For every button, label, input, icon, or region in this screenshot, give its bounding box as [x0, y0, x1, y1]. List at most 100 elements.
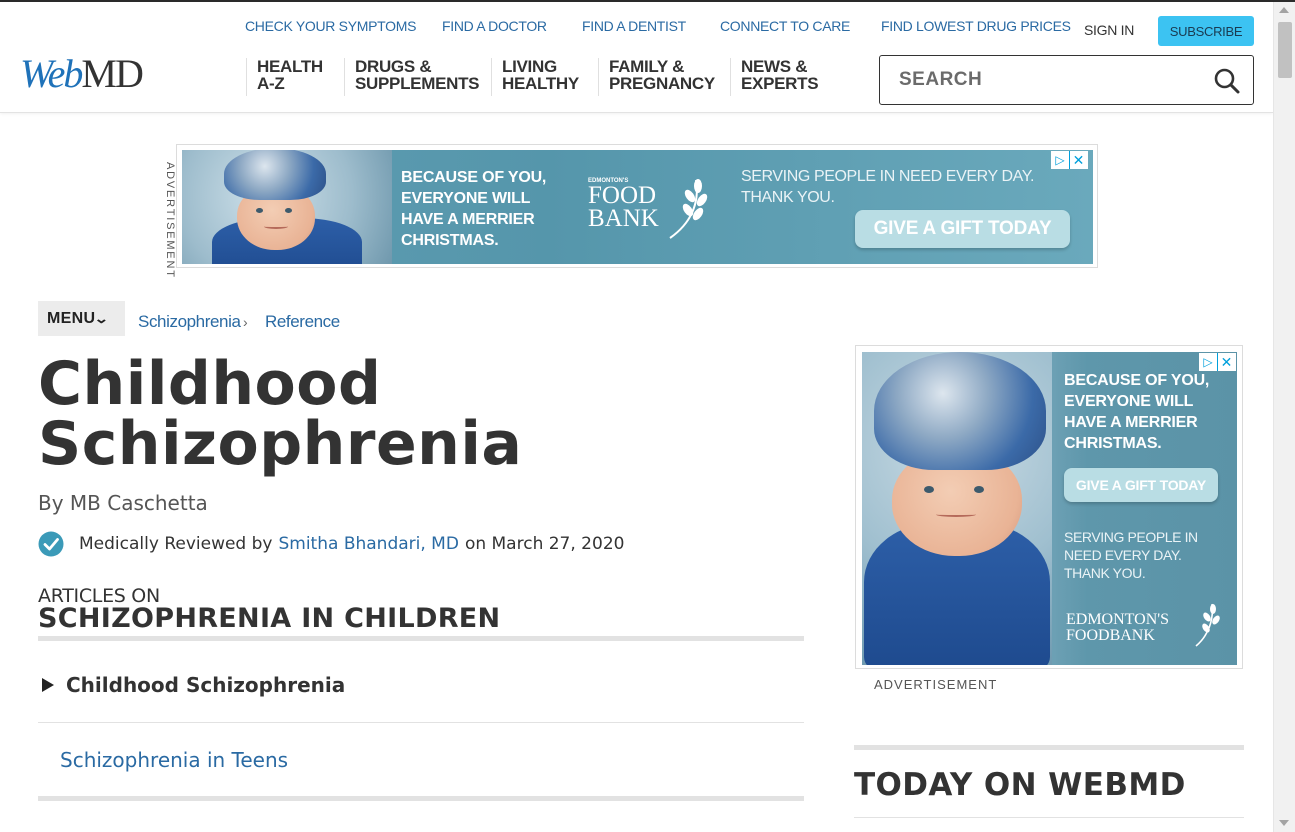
- adchoices-icon[interactable]: ▷: [1051, 151, 1069, 169]
- page-scrollbar[interactable]: [1273, 2, 1295, 832]
- ad-give-gift-button[interactable]: GIVE A GIFT TODAY: [855, 210, 1070, 248]
- ad-label: ADVERTISEMENT: [874, 677, 998, 692]
- scroll-up-arrow-icon[interactable]: [1279, 7, 1289, 13]
- ad-headline: BECAUSE OF YOU, EVERYONE WILL HAVE A MER…: [1064, 370, 1209, 454]
- title-line: Childhood: [38, 349, 382, 419]
- ad-headline-line: CHRISTMAS.: [1064, 435, 1162, 452]
- sign-in-link[interactable]: SIGN IN: [1084, 22, 1134, 38]
- check-symptoms-link[interactable]: CHECK YOUR SYMPTOMS: [245, 18, 416, 34]
- title-line: Schizophrenia: [38, 409, 523, 479]
- reviewed-date: on March 27, 2020: [464, 534, 625, 554]
- nav-line: HEALTH: [257, 57, 323, 76]
- current-article-arrow-icon: [42, 678, 54, 692]
- divider: [854, 745, 1244, 750]
- ad-headline-line: EVERYONE WILL: [401, 190, 531, 207]
- ad-banner-image[interactable]: BECAUSE OF YOU, EVERYONE WILL HAVE A MER…: [862, 352, 1237, 665]
- ad-child-hat: [224, 150, 326, 200]
- nav-living-healthy[interactable]: LIVING HEALTHY: [491, 58, 579, 96]
- ad-headline-line: CHRISTMAS.: [401, 232, 499, 249]
- ad-child-eye: [285, 208, 292, 213]
- search-icon[interactable]: [1213, 67, 1241, 95]
- nav-line: HEALTHY: [502, 74, 579, 93]
- sidebar-advertisement[interactable]: BECAUSE OF YOU, EVERYONE WILL HAVE A MER…: [855, 345, 1243, 669]
- breadcrumb-chevron-right-icon: ›: [243, 314, 248, 330]
- wheat-icon: [669, 179, 708, 239]
- find-drug-prices-link[interactable]: FIND LOWEST DRUG PRICES: [881, 18, 1071, 34]
- search-placeholder: SEARCH: [899, 69, 983, 90]
- adchoices-icon[interactable]: ▷: [1199, 353, 1217, 371]
- article-list-label: Childhood Schizophrenia: [66, 673, 346, 697]
- scrollbar-thumb[interactable]: [1278, 22, 1292, 78]
- connect-to-care-link[interactable]: CONNECT TO CARE: [720, 18, 850, 34]
- find-dentist-link[interactable]: FIND A DENTIST: [582, 18, 686, 34]
- ad-child-eye: [924, 486, 934, 493]
- close-ad-icon[interactable]: ✕: [1217, 353, 1235, 371]
- nav-line: EXPERTS: [741, 74, 819, 93]
- ad-tagline-line: THANK YOU.: [741, 189, 835, 206]
- ad-child-photo: [182, 150, 392, 264]
- webmd-logo[interactable]: WebMD: [20, 51, 144, 96]
- divider: [38, 722, 804, 723]
- breadcrumb-reference[interactable]: Reference: [265, 312, 340, 332]
- article-list-item-teens[interactable]: Schizophrenia in Teens: [60, 748, 288, 772]
- adchoices-badge[interactable]: ▷ ✕: [1199, 353, 1236, 371]
- foodbank-line: FOOD: [588, 182, 657, 209]
- ad-label-vertical: ADVERTISEMENT: [164, 162, 176, 279]
- divider: [38, 636, 804, 641]
- nav-line: NEWS &: [741, 57, 808, 76]
- articles-topic-heading: SCHIZOPHRENIA IN CHILDREN: [38, 603, 501, 634]
- verified-check-icon: [38, 531, 64, 557]
- today-on-webmd-heading: TODAY ON WEBMD: [854, 767, 1186, 803]
- ad-banner-image[interactable]: BECAUSE OF YOU, EVERYONE WILL HAVE A MER…: [182, 150, 1093, 264]
- reviewer-link[interactable]: Smitha Bhandari, MD: [278, 534, 458, 554]
- ad-child-photo: [862, 352, 1052, 665]
- nav-line: SUPPLEMENTS: [355, 74, 480, 93]
- logo-web-text: Web: [20, 51, 83, 96]
- nav-drugs-supplements[interactable]: DRUGS & SUPPLEMENTS: [344, 57, 480, 96]
- ad-child-mouth: [264, 224, 288, 229]
- ad-headline-line: EVERYONE WILL: [1064, 393, 1194, 410]
- ad-headline-line: HAVE A MERRIER: [1064, 414, 1198, 431]
- ad-tagline: SERVING PEOPLE IN NEED EVERY DAY. THANK …: [1064, 528, 1198, 582]
- ad-child-mouth: [936, 512, 976, 517]
- scroll-down-arrow-icon[interactable]: [1279, 820, 1289, 826]
- ad-headline-line: BECAUSE OF YOU,: [401, 169, 547, 186]
- logo-md-text: MD: [81, 51, 143, 96]
- chevron-down-icon: ⌄: [94, 310, 110, 326]
- ad-tagline-line: SERVING PEOPLE IN: [1064, 529, 1198, 545]
- divider: [38, 796, 804, 801]
- foodbank-logo-text: EDMONTON'S FOODBANK: [1066, 612, 1169, 644]
- close-ad-icon[interactable]: ✕: [1069, 151, 1087, 169]
- nav-line: LIVING: [502, 57, 557, 76]
- ad-headline: BECAUSE OF YOU, EVERYONE WILL HAVE A MER…: [401, 167, 546, 251]
- ad-tagline-line: THANK YOU.: [1064, 565, 1146, 581]
- ad-headline-line: HAVE A MERRIER: [401, 211, 535, 228]
- nav-line: PREGNANCY: [609, 74, 715, 93]
- ad-give-gift-button[interactable]: GIVE A GIFT TODAY: [1064, 468, 1218, 502]
- find-doctor-link[interactable]: FIND A DOCTOR: [442, 18, 547, 34]
- menu-button[interactable]: MENU ⌄: [38, 301, 125, 336]
- author-byline: By MB Caschetta: [38, 491, 208, 515]
- top-advertisement[interactable]: BECAUSE OF YOU, EVERYONE WILL HAVE A MER…: [176, 144, 1098, 268]
- nav-line: FAMILY &: [609, 57, 685, 76]
- medical-review: Medically Reviewed by Smitha Bhandari, M…: [38, 531, 624, 557]
- foodbank-line: BANK: [588, 205, 659, 232]
- site-header: CHECK YOUR SYMPTOMS FIND A DOCTOR FIND A…: [0, 2, 1273, 113]
- ad-child-eye: [256, 208, 263, 213]
- adchoices-badge[interactable]: ▷ ✕: [1051, 151, 1088, 169]
- nav-family-pregnancy[interactable]: FAMILY & PREGNANCY: [598, 58, 715, 96]
- ad-child-eye: [974, 486, 984, 493]
- page-title: Childhood Schizophrenia: [38, 354, 738, 474]
- subscribe-button[interactable]: SUBSCRIBE: [1158, 16, 1254, 46]
- ad-tagline-line: NEED EVERY DAY.: [1064, 547, 1182, 563]
- nav-health-az[interactable]: HEALTH A-Z: [246, 58, 323, 96]
- nav-news-experts[interactable]: NEWS & EXPERTS: [730, 57, 819, 96]
- wheat-icon: [1195, 603, 1220, 647]
- ad-headline-line: BECAUSE OF YOU,: [1064, 372, 1210, 389]
- breadcrumb-schizophrenia[interactable]: Schizophrenia: [138, 312, 241, 332]
- foodbank-line: FOODBANK: [1066, 627, 1155, 644]
- nav-line: DRUGS &: [355, 57, 432, 76]
- divider: [854, 817, 1244, 818]
- search-input[interactable]: SEARCH: [879, 55, 1254, 105]
- ad-tagline: SERVING PEOPLE IN NEED EVERY DAY. THANK …: [741, 166, 1034, 208]
